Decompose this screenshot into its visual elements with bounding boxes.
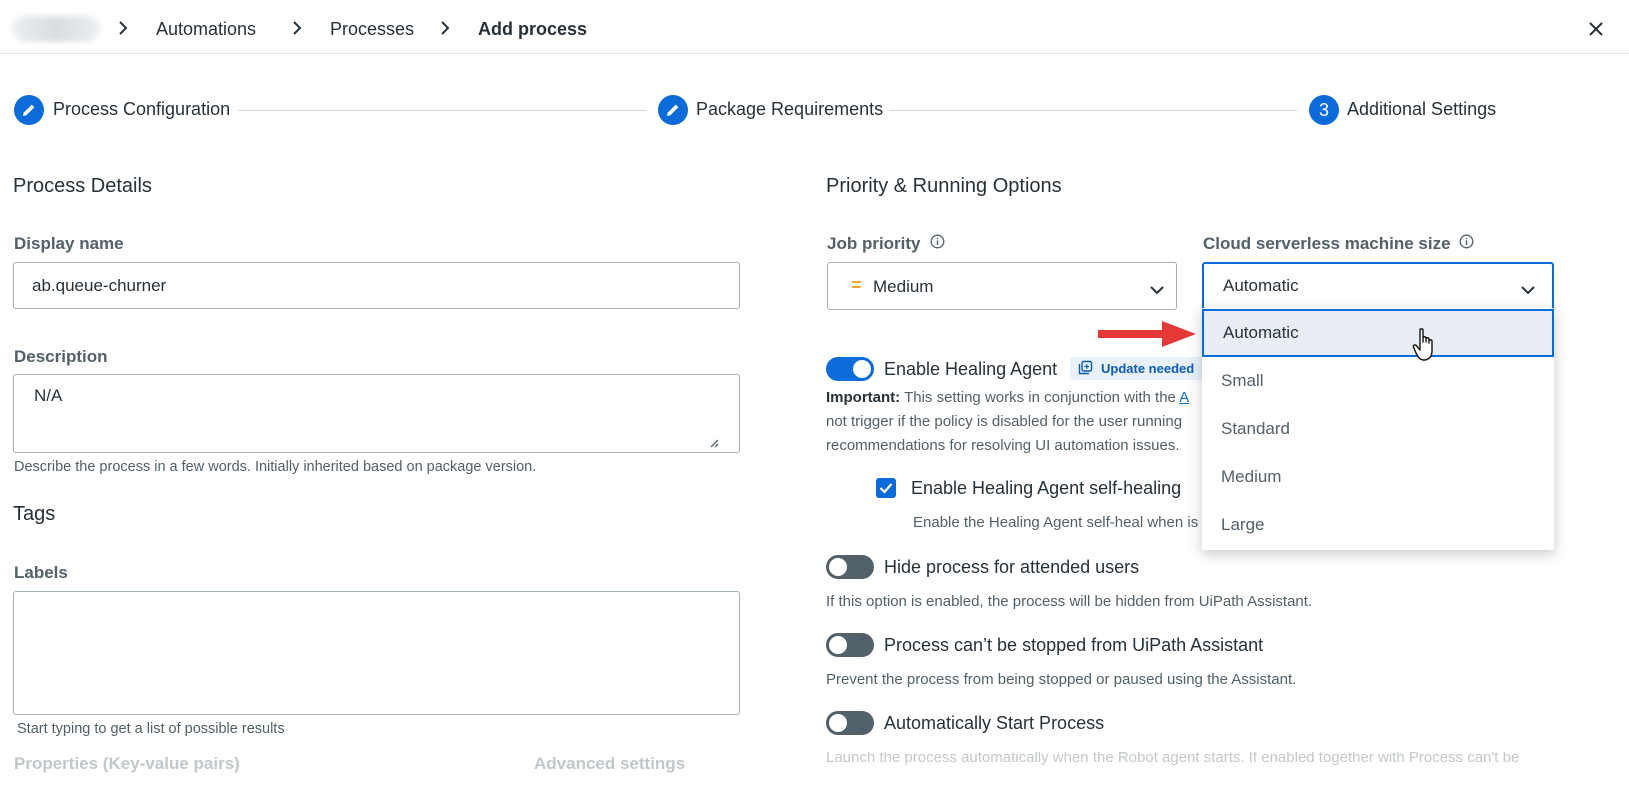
machine-size-label: Cloud serverless machine size	[1203, 234, 1451, 253]
update-icon	[1078, 360, 1093, 378]
enable-healing-agent-label: Enable Healing Agent	[884, 359, 1058, 379]
pencil-icon[interactable]	[658, 95, 688, 125]
menu-item-large[interactable]: Large	[1202, 501, 1554, 549]
machine-size-value: Automatic	[1223, 276, 1299, 295]
breadcrumb-add-process: Add process	[478, 19, 588, 39]
page-header: Automations Processes Add process	[0, 0, 1629, 54]
chevron-down-icon	[1149, 282, 1165, 295]
process-details-title: Process Details	[13, 175, 152, 197]
machine-size-menu: Automatic Small Standard Medium Large	[1202, 308, 1554, 550]
self-healing-label: Enable Healing Agent self-healing	[911, 478, 1182, 498]
cant-stop-label: Process can’t be stopped from UiPath Ass…	[884, 635, 1264, 655]
properties-label: Properties (Key-value pairs)	[14, 754, 240, 773]
pencil-icon[interactable]	[14, 95, 44, 125]
tags-title: Tags	[13, 503, 56, 525]
menu-item-automatic[interactable]: Automatic	[1202, 309, 1554, 357]
chevron-right-icon	[116, 20, 130, 36]
advanced-settings-link[interactable]: Advanced settings	[534, 754, 685, 774]
healing-important-line2: not trigger if the policy is disabled fo…	[826, 413, 1183, 430]
menu-item-standard[interactable]: Standard	[1202, 405, 1554, 453]
auto-start-desc: Launch the process automatically when th…	[826, 752, 1520, 766]
menu-item-medium[interactable]: Medium	[1202, 453, 1554, 501]
auto-start-label: Automatically Start Process	[884, 713, 1105, 733]
update-needed-text: Update needed	[1101, 361, 1195, 376]
machine-size-select[interactable]: Automatic	[1202, 262, 1554, 310]
description-textarea[interactable]: N/A	[13, 374, 740, 453]
display-name-label: Display name	[14, 234, 124, 253]
hide-process-desc: If this option is enabled, the process w…	[826, 593, 1313, 610]
breadcrumb-processes[interactable]: Processes	[330, 19, 414, 40]
properties-row-faded: Properties (Key-value pairs) Advanced se…	[14, 752, 740, 791]
labels-helper: Start typing to get a list of possible r…	[17, 721, 285, 737]
description-value: N/A	[34, 386, 63, 405]
step-package-requirements[interactable]: Package Requirements	[696, 99, 883, 120]
chevron-down-icon	[1520, 282, 1536, 295]
breadcrumb-automations[interactable]: Automations	[156, 19, 256, 40]
cant-stop-desc: Prevent the process from being stopped o…	[826, 671, 1297, 688]
enable-healing-agent-toggle[interactable]	[826, 357, 874, 381]
description-label: Description	[14, 347, 108, 366]
priority-title: Priority & Running Options	[826, 175, 1062, 197]
job-priority-label: Job priority	[827, 234, 921, 253]
auto-start-toggle[interactable]	[826, 711, 874, 735]
display-name-input[interactable]	[13, 262, 740, 309]
step-connector	[238, 110, 646, 111]
update-needed-badge[interactable]: Update needed	[1070, 357, 1205, 380]
policy-link[interactable]: A	[1179, 389, 1189, 406]
hide-process-label: Hide process for attended users	[884, 557, 1140, 577]
self-healing-checkbox[interactable]	[876, 478, 896, 498]
step-process-configuration[interactable]: Process Configuration	[53, 99, 230, 120]
healing-important-line1: Important: This setting works in conjunc…	[826, 389, 1189, 406]
important-prefix: Important:	[826, 389, 901, 406]
labels-label: Labels	[14, 563, 68, 582]
tenant-name-blurred[interactable]	[12, 16, 100, 42]
step-number-3: 3	[1309, 95, 1339, 125]
resize-grip-icon[interactable]	[709, 433, 719, 448]
chevron-right-icon	[438, 20, 452, 36]
hand-cursor-icon	[1412, 327, 1440, 363]
hide-process-toggle[interactable]	[826, 555, 874, 579]
close-icon[interactable]	[1585, 18, 1607, 40]
job-priority-value: Medium	[873, 277, 934, 296]
important-text: This setting works in conjunction with t…	[904, 389, 1176, 406]
priority-medium-icon: =	[851, 275, 862, 295]
job-priority-select[interactable]: = Medium	[827, 262, 1177, 310]
cant-stop-toggle[interactable]	[826, 633, 874, 657]
menu-item-small[interactable]: Small	[1202, 357, 1554, 405]
self-healing-desc: Enable the Healing Agent self-heal when …	[913, 514, 1199, 531]
chevron-right-icon	[290, 20, 304, 36]
info-icon[interactable]	[1459, 234, 1474, 249]
labels-input[interactable]	[13, 591, 740, 715]
healing-important-line3: recommendations for resolving UI automat…	[826, 437, 1180, 454]
red-arrow-icon	[1096, 320, 1198, 348]
step-connector	[889, 110, 1297, 111]
description-helper: Describe the process in a few words. Ini…	[14, 459, 537, 475]
step-additional-settings: Additional Settings	[1347, 99, 1497, 119]
auto-start-desc-faded: Launch the process automatically when th…	[826, 752, 1536, 791]
info-icon[interactable]	[930, 234, 945, 249]
